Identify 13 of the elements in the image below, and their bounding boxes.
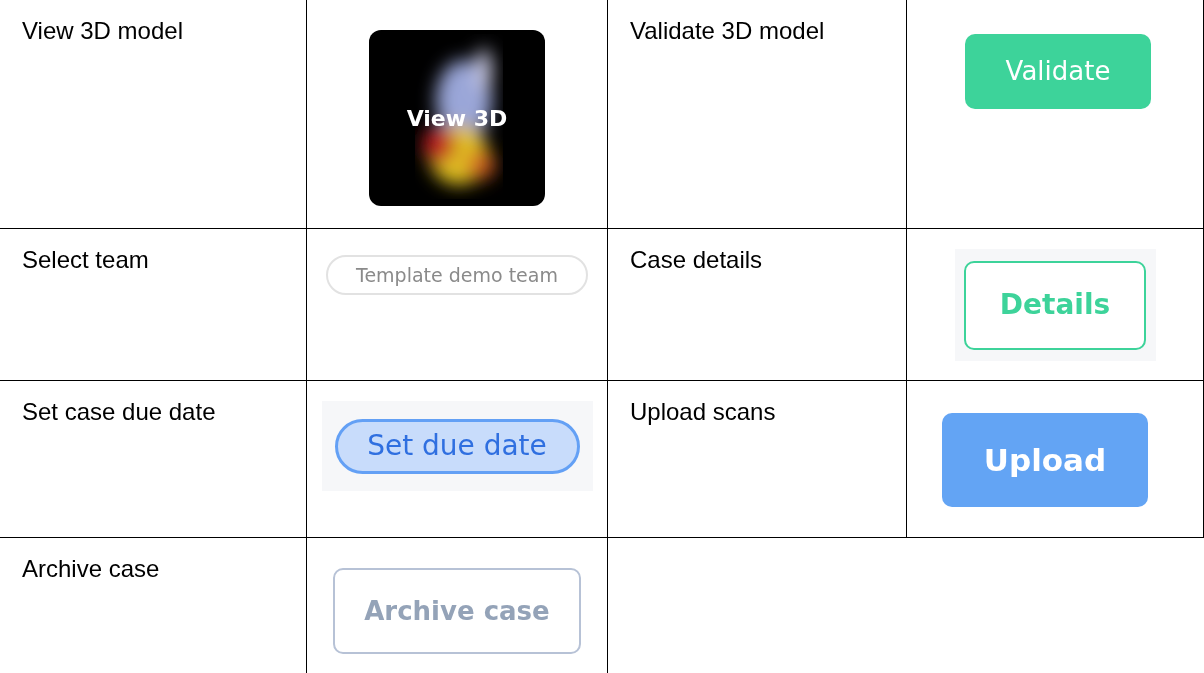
cell-label: Select team	[21, 245, 150, 274]
upload-button[interactable]: Upload	[942, 413, 1148, 507]
cell-label: View 3D model	[21, 16, 184, 45]
team-select[interactable]: Template demo team	[326, 255, 588, 295]
cell-label: Upload scans	[629, 397, 777, 426]
cell-label: Set case due date	[21, 397, 217, 426]
cell-label: Validate 3D model	[629, 16, 826, 45]
details-button[interactable]: Details	[964, 260, 1146, 350]
cell-label: Case details	[629, 245, 764, 274]
archive-case-button[interactable]: Archive case	[333, 568, 581, 654]
set-due-date-button[interactable]: Set due date	[334, 418, 580, 474]
cell-label: Archive case	[21, 554, 161, 583]
validate-button[interactable]: Validate	[965, 34, 1151, 109]
